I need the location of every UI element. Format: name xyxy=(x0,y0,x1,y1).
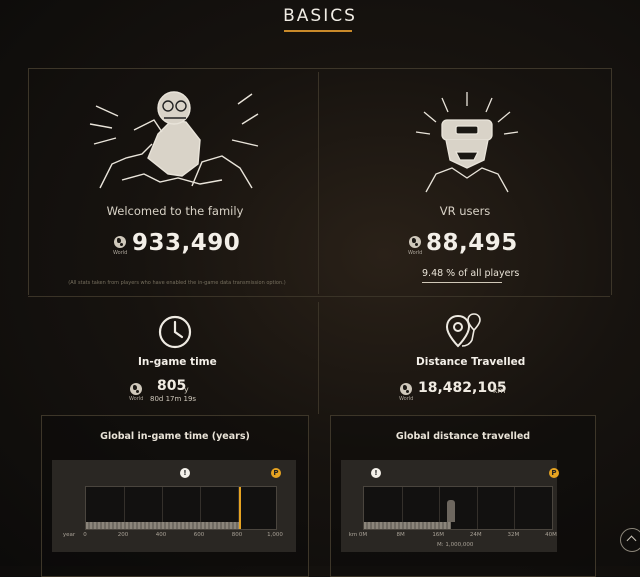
data-note: (All stats taken from players who have e… xyxy=(68,280,286,286)
time-chart-area: ! P year 0 200 400 600 800 1,000 xyxy=(52,460,296,552)
time-years-unit: y xyxy=(184,385,189,394)
tick-label: 32M xyxy=(507,532,520,538)
world-marker-pin-icon: ! xyxy=(180,468,190,478)
world-label: World xyxy=(399,396,414,402)
walker-icon xyxy=(446,500,455,522)
welcome-caption: Welcomed to the family xyxy=(106,204,244,218)
vr-percent: 9.48 % of all players xyxy=(422,268,520,279)
time-chart-grid xyxy=(85,486,277,530)
world-label: World xyxy=(113,250,128,256)
map-pins-icon xyxy=(445,313,481,348)
vertical-divider-lower xyxy=(318,302,319,414)
vr-caption: VR users xyxy=(439,204,491,218)
tick-label: 40M xyxy=(545,532,557,538)
personal-marker-pin-icon: P xyxy=(271,468,281,478)
time-chart-title: Global in-game time (years) xyxy=(100,431,250,442)
vertical-divider xyxy=(318,72,319,294)
value-marker xyxy=(238,487,241,529)
distance-footnote: M: 1,000,000 xyxy=(437,542,474,548)
time-detail: 80d 17m 19s xyxy=(150,395,197,403)
scroll-to-top-button[interactable] xyxy=(620,528,640,552)
distance-chart-axis: km 0M 8M 16M 24M 32M 40M xyxy=(341,532,557,542)
gridline xyxy=(514,487,516,529)
value-bar xyxy=(86,522,239,529)
distance-unit: km xyxy=(493,386,506,395)
distance-chart-area: ! P km 0M 8M 16M 24M 32M 40M M: 1,000,000 xyxy=(341,460,559,552)
distance-chart-panel: Global distance travelled ! P km 0M 8M 16M… xyxy=(330,415,596,577)
world-marker-pin-icon: ! xyxy=(371,468,381,478)
tick-label: 200 xyxy=(117,532,129,538)
globe-icon xyxy=(130,383,142,395)
distance-chart-title: Global distance travelled xyxy=(395,431,531,442)
globe-icon xyxy=(400,383,412,395)
globe-icon xyxy=(114,236,126,248)
tick-label: 0M xyxy=(358,532,368,538)
vr-percent-underline xyxy=(422,282,502,283)
time-chart-panel: Global in-game time (years) ! P year 0 20… xyxy=(41,415,309,577)
horizontal-divider xyxy=(28,296,610,297)
globe-icon xyxy=(409,236,421,248)
tick-label: 1,000 xyxy=(267,532,283,538)
tick-label: 400 xyxy=(155,532,167,538)
axis-label: km xyxy=(348,532,358,538)
world-label: World xyxy=(129,396,144,402)
welcome-count: 933,490 xyxy=(132,230,241,256)
clock-icon xyxy=(158,315,192,349)
time-years: 805 xyxy=(157,378,187,394)
section-title: BASICS xyxy=(283,6,357,26)
time-chart-axis: year 0 200 400 600 800 1,000 xyxy=(52,532,296,542)
zombie-illustration-icon xyxy=(89,91,259,189)
title-underline xyxy=(284,30,352,32)
vr-headset-illustration-icon xyxy=(415,92,519,193)
personal-marker-pin-icon: P xyxy=(549,468,559,478)
distance-label: Distance Travelled xyxy=(416,356,526,368)
tick-label: 16M xyxy=(432,532,445,538)
distance-chart-grid xyxy=(363,486,553,530)
vr-count: 88,495 xyxy=(426,230,518,256)
gridline xyxy=(476,487,478,529)
world-label: World xyxy=(408,250,423,256)
tick-label: 800 xyxy=(231,532,243,538)
value-bar xyxy=(364,522,451,529)
time-label: In-game time xyxy=(138,356,217,368)
tick-label: 24M xyxy=(469,532,482,538)
axis-label: year xyxy=(62,532,76,538)
tick-label: 600 xyxy=(193,532,205,538)
tick-label: 8M xyxy=(396,532,405,538)
tick-label: 0 xyxy=(83,532,87,538)
